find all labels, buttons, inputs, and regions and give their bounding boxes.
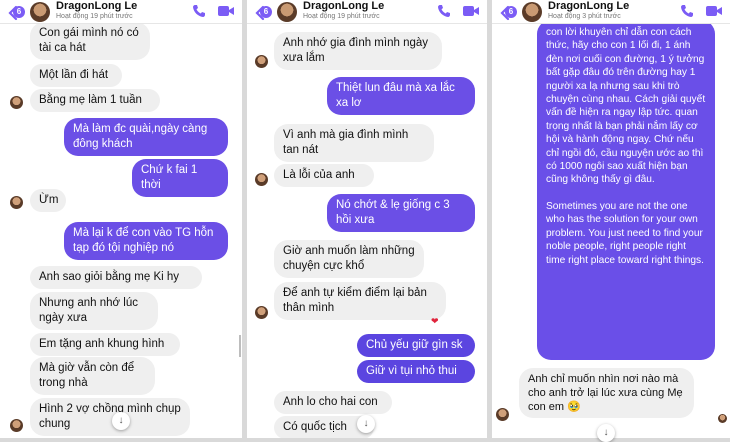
message-incoming[interactable]: Anh chỉ muốn nhìn nơi nào mà cho anh trở… [519,368,694,418]
message-incoming[interactable]: Để anh tự kiểm điểm lại bản thân mình [274,282,446,320]
unread-badge: 6 [260,6,272,18]
heart-reaction-icon: ❤ [431,316,439,326]
seen-receipt-avatar [718,414,727,423]
message-incoming[interactable]: Giờ anh muốn làm những chuyện cực khổ [274,240,424,278]
video-call-icon[interactable] [463,4,479,18]
message-incoming[interactable]: Anh lo cho hai con [274,391,392,414]
sender-avatar [496,408,509,421]
message-incoming[interactable]: Con gái mình nó có tài ca hát [30,22,150,60]
chevron-down-icon[interactable]: ↓ [597,424,615,442]
sender-avatar [10,419,23,432]
message-outgoing-long[interactable]: con lời khuyên chỉ dẫn con cách thức, hã… [537,20,715,360]
message-incoming[interactable]: Anh nhớ gia đình mình ngày xưa lắm [274,32,442,70]
chevron-down-icon[interactable]: ↓ [112,412,130,430]
message-incoming[interactable]: Ừm [30,189,66,212]
chat-header: 6 DragonLong Le Hoạt động 19 phút trước [0,0,242,24]
phone-icon[interactable] [192,4,206,18]
message-incoming[interactable]: Một lần đi hát [30,64,122,87]
message-outgoing[interactable]: Mà làm đc quài,ngày càng đông khách [64,118,228,156]
message-outgoing[interactable]: Giữ vì tụi nhỏ thui [357,360,475,383]
message-text-english: Sometimes you are not the one who has th… [546,200,704,266]
contact-avatar[interactable] [277,2,297,22]
chat-panel-2: 6 DragonLong Le Hoạt động 19 phút trước … [247,0,487,438]
sender-avatar [255,55,268,68]
chat-header: 6 DragonLong Le Hoạt động 3 phút trước [492,0,730,24]
message-outgoing[interactable]: Mà lại k để con vào TG hỗn tạp đó tội ng… [64,222,228,260]
message-incoming[interactable]: Là lỗi của anh [274,164,374,187]
chat-panel-1: 6 DragonLong Le Hoạt động 19 phút trước … [0,0,242,438]
message-incoming[interactable]: Vì anh mà gia đình mình tan nát [274,124,434,162]
scrollbar[interactable] [239,335,241,357]
contact-avatar[interactable] [522,2,542,22]
message-outgoing[interactable]: Nó chớt & lẹ giống c 3 hồi xưa [327,194,475,232]
active-status: Hoạt động 19 phút trước [303,13,380,20]
message-incoming[interactable]: Nhưng anh nhớ lúc ngày xưa [30,292,158,330]
phone-icon[interactable] [680,4,694,18]
phone-icon[interactable] [437,4,451,18]
active-status: Hoạt động 3 phút trước [548,13,621,20]
contact-name[interactable]: DragonLong Le [303,0,384,12]
message-incoming[interactable]: Bằng mẹ làm 1 tuần [30,89,160,112]
message-outgoing[interactable]: Chứ k fai 1 thời [132,159,228,197]
sender-avatar [255,173,268,186]
message-incoming[interactable]: Mà giờ vẫn còn để trong nhà [30,357,155,395]
message-incoming[interactable]: Hình 2 vợ chồng mình chụp chung [30,398,190,436]
message-incoming[interactable]: Anh sao giỏi bằng mẹ Ki hy [30,266,202,289]
contact-name[interactable]: DragonLong Le [56,0,137,12]
chevron-down-icon[interactable]: ↓ [357,415,375,433]
sender-avatar [255,306,268,319]
sender-avatar [10,96,23,109]
unread-badge: 6 [505,6,517,18]
active-status: Hoạt động 19 phút trước [56,13,133,20]
sender-avatar [10,196,23,209]
chat-header: 6 DragonLong Le Hoạt động 19 phút trước [247,0,487,24]
message-outgoing[interactable]: Thiệt lun đâu mà xa lắc xa lơ [327,77,475,115]
video-call-icon[interactable] [218,4,234,18]
message-text-vietnamese: con lời khuyên chỉ dẫn con cách thức, hã… [546,27,706,186]
message-outgoing[interactable]: Chủ yếu giữ gìn sk [357,334,475,357]
contact-avatar[interactable] [30,2,50,22]
contact-name[interactable]: DragonLong Le [548,0,629,12]
message-incoming[interactable]: Em tặng anh khung hình [30,333,180,356]
video-call-icon[interactable] [706,4,722,18]
unread-badge: 6 [13,6,25,18]
